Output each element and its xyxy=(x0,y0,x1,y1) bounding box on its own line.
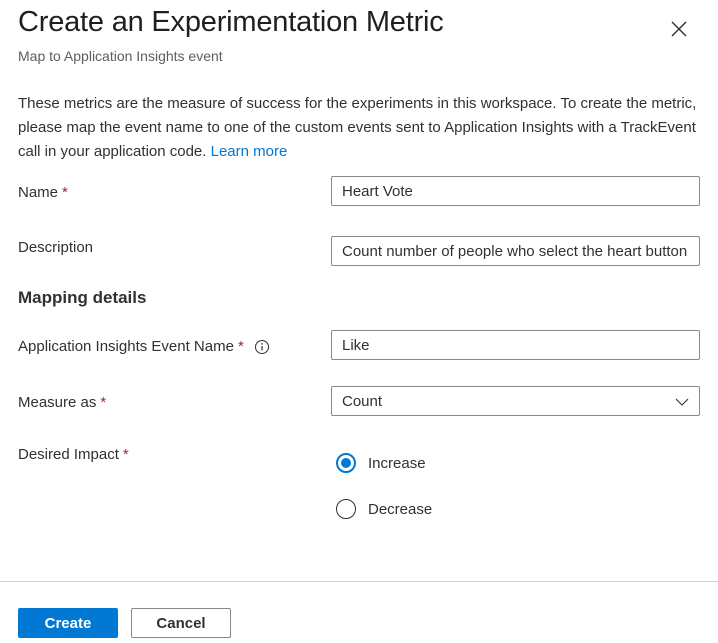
description-input[interactable] xyxy=(331,236,700,266)
info-icon[interactable] xyxy=(254,339,270,355)
event-name-label-text: Application Insights Event Name xyxy=(18,338,234,355)
close-icon xyxy=(671,21,687,37)
required-marker: * xyxy=(237,338,244,355)
required-marker: * xyxy=(100,394,107,411)
event-name-label: Application Insights Event Name * xyxy=(18,338,270,355)
measure-as-selected-value: Count xyxy=(342,393,383,410)
radio-label-increase: Increase xyxy=(368,454,426,472)
radio-button-checked[interactable] xyxy=(336,453,356,473)
measure-as-dropdown[interactable]: Count xyxy=(331,386,700,416)
mapping-details-heading: Mapping details xyxy=(18,288,147,307)
radio-decrease[interactable]: Decrease xyxy=(336,499,432,519)
name-label-text: Name xyxy=(18,184,59,201)
name-input[interactable] xyxy=(331,176,700,206)
panel-title: Create an Experimentation Metric xyxy=(18,6,444,38)
event-name-input[interactable] xyxy=(331,330,700,360)
desired-impact-label: Desired Impact * xyxy=(18,446,129,463)
intro-text: These metrics are the measure of success… xyxy=(18,92,708,164)
cancel-button[interactable]: Cancel xyxy=(131,608,231,638)
desired-impact-label-text: Desired Impact xyxy=(18,446,119,463)
measure-as-label-text: Measure as xyxy=(18,394,97,411)
radio-label-decrease: Decrease xyxy=(368,500,433,518)
intro-description: These metrics are the measure of success… xyxy=(18,95,697,160)
close-button[interactable] xyxy=(664,14,694,44)
chevron-down-icon xyxy=(675,398,689,406)
learn-more-link[interactable]: Learn more xyxy=(211,143,288,160)
name-label: Name * xyxy=(18,184,68,201)
description-label: Description xyxy=(18,239,94,256)
panel-subtitle: Map to Application Insights event xyxy=(18,48,223,64)
footer-divider xyxy=(0,581,718,582)
radio-button-unchecked[interactable] xyxy=(336,499,356,519)
radio-increase[interactable]: Increase xyxy=(336,453,426,473)
measure-as-label: Measure as * xyxy=(18,394,106,411)
required-marker: * xyxy=(122,446,129,463)
required-marker: * xyxy=(62,184,68,201)
create-button[interactable]: Create xyxy=(18,608,118,638)
